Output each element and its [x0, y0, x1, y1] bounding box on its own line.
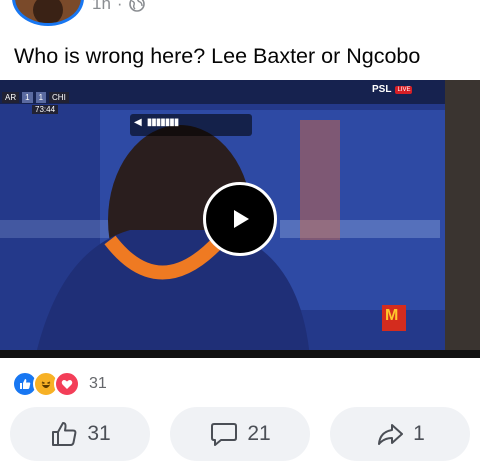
- love-reaction-icon: [54, 371, 80, 397]
- play-icon: [234, 210, 249, 228]
- like-button[interactable]: 31: [10, 407, 150, 461]
- channel-name: PSL: [372, 84, 392, 95]
- comment-button[interactable]: 21: [170, 407, 310, 461]
- post-text: Who is wrong here? Lee Baxter or Ngcobo: [14, 44, 421, 68]
- match-clock: 73:44: [32, 105, 59, 114]
- post-time[interactable]: 1h: [92, 0, 111, 14]
- score-home: 1: [22, 92, 33, 103]
- score-away-team: CHI: [49, 92, 69, 103]
- live-badge: LIVE: [395, 85, 413, 94]
- video-player[interactable]: AR 1 1 CHI 73:44 ◀ ▮▮▮▮▮▮▮ PSL LIVE M: [0, 80, 480, 358]
- reaction-count[interactable]: 31: [89, 375, 107, 393]
- like-count: 31: [87, 422, 111, 445]
- share-count: 1: [413, 422, 425, 445]
- scoreboard: AR 1 1 CHI: [2, 92, 69, 103]
- comment-count: 21: [247, 422, 271, 445]
- meta-separator: ·: [116, 0, 123, 13]
- speaker-icon: ◀: [134, 117, 142, 128]
- reaction-summary[interactable]: 31: [12, 371, 107, 397]
- score-away: 1: [35, 92, 47, 103]
- post-meta: 1h ·: [92, 0, 145, 14]
- share-button[interactable]: 1: [330, 407, 470, 461]
- volume-bars-icon: ▮▮▮▮▮▮▮: [146, 117, 180, 128]
- channel-logo: PSL LIVE: [372, 84, 413, 95]
- play-button[interactable]: [203, 182, 277, 256]
- globe-icon: [128, 0, 145, 12]
- score-home-team: AR: [2, 92, 20, 103]
- volume-indicator: ◀ ▮▮▮▮▮▮▮: [134, 117, 180, 128]
- share-arrow-icon: [378, 424, 404, 445]
- comment-icon: [211, 423, 238, 446]
- post-header: 1h ·: [0, 0, 480, 30]
- sponsor-logo: M: [385, 307, 399, 324]
- thumbs-up-icon: [52, 422, 77, 446]
- avatar[interactable]: [12, 0, 84, 26]
